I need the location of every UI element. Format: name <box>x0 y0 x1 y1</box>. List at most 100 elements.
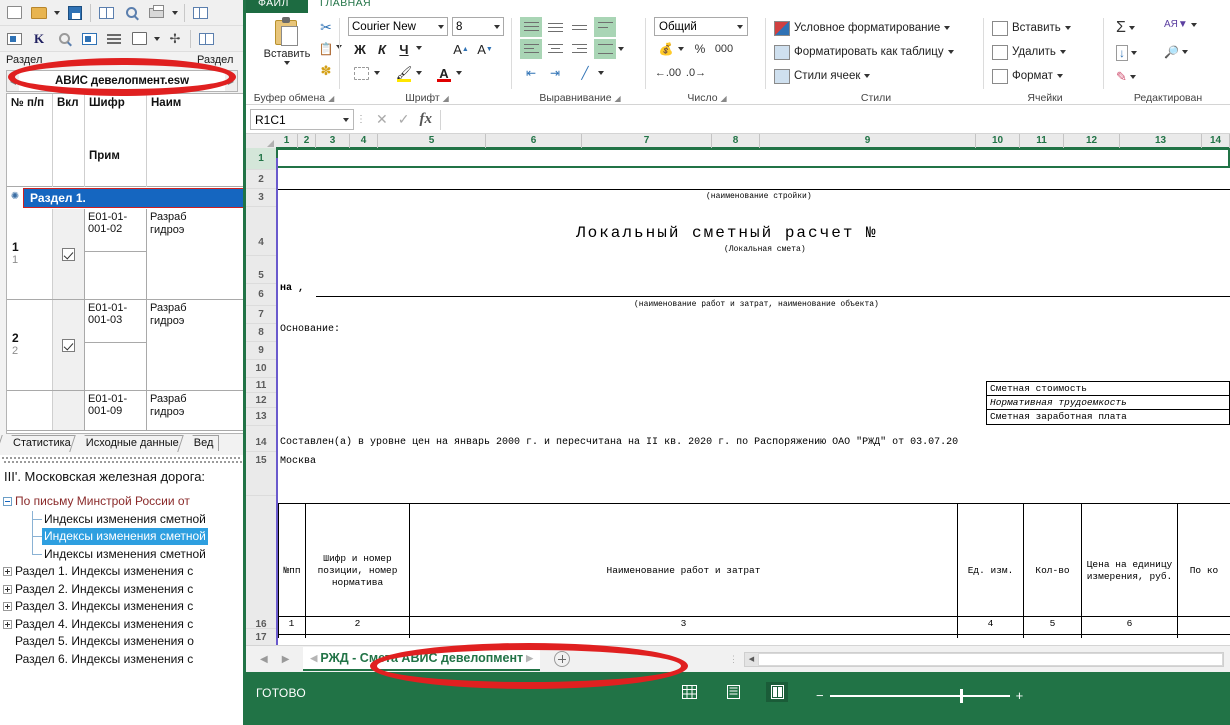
borders-button[interactable] <box>350 63 372 83</box>
coefficient-k-icon[interactable]: K <box>27 28 51 50</box>
grid-area[interactable]: (наименование стройки) Локальный сметный… <box>276 148 1230 645</box>
row-code-cell[interactable]: Е01-01-001-09 <box>85 391 147 430</box>
sort-filter-button[interactable]: АЯ▼ <box>1164 19 1197 30</box>
row-header-6[interactable]: 6 <box>246 284 276 306</box>
tree-item-razdel-1[interactable]: Раздел 1. Индексы изменения с <box>0 563 246 581</box>
tab-home[interactable]: ГЛАВНАЯ <box>312 0 379 13</box>
col-header-7[interactable]: 7 <box>582 134 712 148</box>
print-icon[interactable] <box>144 2 168 24</box>
chevron-down-icon[interactable] <box>456 71 462 75</box>
zoom-slider[interactable]: − + <box>816 688 1023 703</box>
tab-insert[interactable]: ВСТАВКА <box>400 0 466 13</box>
row-header-13[interactable]: 13 <box>246 408 276 426</box>
avis-toolbar-row1[interactable] <box>0 0 246 26</box>
decrease-decimal-button[interactable]: .0→ <box>684 63 708 83</box>
index-tree[interactable]: По письму Минстрой России от Индексы изм… <box>0 493 246 668</box>
row-include-cell[interactable] <box>53 391 85 430</box>
avis-bottom-tabs[interactable]: Статистика Исходные данные Вед <box>4 434 246 451</box>
align-bottom-button[interactable] <box>568 17 590 37</box>
tab-file[interactable]: ФАЙЛ <box>250 0 297 13</box>
autosum-button[interactable]: Σ <box>1116 19 1135 37</box>
find-select-button[interactable]: 🔎 <box>1164 45 1188 59</box>
report-icon[interactable] <box>127 28 151 50</box>
avis-file-selector[interactable]: ◀ АВИС девелопмент.esw ▶ <box>6 70 238 92</box>
column-header-name[interactable]: Наим <box>147 94 246 187</box>
fill-color-button[interactable]: 🖌 <box>394 63 414 83</box>
italic-button[interactable]: К <box>372 39 392 59</box>
row-header-11[interactable]: 11 <box>246 378 276 393</box>
chevron-down-icon[interactable] <box>944 26 951 30</box>
row-header-5[interactable]: 5 <box>246 256 276 284</box>
formula-bar-handle[interactable]: ⋮ <box>354 114 368 125</box>
column-header-number[interactable]: № п/п <box>7 94 53 187</box>
formula-input[interactable] <box>439 109 1226 130</box>
dialog-launcher-icon[interactable]: ◢ <box>328 94 334 103</box>
panes-icon[interactable] <box>194 28 218 50</box>
row-code-cell[interactable]: Е01-01-001-03 <box>85 300 147 390</box>
include-checkbox[interactable] <box>62 338 75 352</box>
find-icon[interactable] <box>52 28 76 50</box>
increase-indent-button[interactable]: ⇥ <box>544 63 566 83</box>
ribbon-tab-strip[interactable]: ФАЙЛ ГЛАВНАЯ ВСТАВКА РАЗМЕТКА СТРАНИЦЫ Ф… <box>246 0 1230 13</box>
row-code-cell[interactable]: Е01-01-001-02 <box>85 209 147 299</box>
col-header-8[interactable]: 8 <box>712 134 760 148</box>
properties-icon[interactable] <box>2 28 26 50</box>
tab-review[interactable]: РЕЦЕНЗИРОВАНИЕ <box>842 0 965 13</box>
select-all-corner[interactable] <box>246 134 276 148</box>
col-header-9[interactable]: 9 <box>760 134 976 148</box>
chevron-down-icon[interactable] <box>494 24 500 29</box>
expand-plus-icon[interactable] <box>3 584 12 594</box>
active-cell-selection[interactable] <box>276 148 1230 168</box>
save-icon[interactable] <box>63 2 87 24</box>
tree-item-index-2-selected[interactable]: Индексы изменения сметной <box>0 528 246 546</box>
include-checkbox[interactable] <box>62 247 75 261</box>
chevron-down-icon[interactable] <box>284 61 290 65</box>
tab-data[interactable]: ДАННЫЕ <box>752 0 816 13</box>
sheet-nav-arrows[interactable]: ◀ ▶ <box>246 654 303 665</box>
chevron-down-icon[interactable] <box>947 50 954 54</box>
next-sheet-icon[interactable]: ▶ <box>282 654 290 665</box>
align-center-button[interactable] <box>544 39 566 59</box>
decrease-indent-button[interactable]: ⇤ <box>520 63 542 83</box>
scroll-split-handle[interactable]: ⋮ <box>729 654 744 665</box>
chevron-down-icon[interactable] <box>1059 50 1066 54</box>
align-middle-button[interactable] <box>544 17 566 37</box>
copy-icon[interactable]: 📋 <box>316 39 336 59</box>
panes-icon[interactable] <box>188 2 212 24</box>
chevron-down-icon[interactable] <box>1181 50 1188 54</box>
zoom-in-icon[interactable]: + <box>1010 688 1024 703</box>
tree-item-index-3[interactable]: Индексы изменения сметной <box>0 545 246 564</box>
tree-item-letter[interactable]: По письму Минстрой России от <box>0 493 246 511</box>
chevron-down-icon[interactable] <box>1129 75 1136 79</box>
thousands-separator-button[interactable]: 000 <box>710 39 738 59</box>
dialog-launcher-icon[interactable]: ◢ <box>720 94 726 103</box>
decrease-font-size-button[interactable]: A ▼ <box>474 39 496 59</box>
chevron-down-icon[interactable] <box>416 46 422 50</box>
col-header-13[interactable]: 13 <box>1120 134 1202 148</box>
table-row[interactable]: 2 2 Е01-01-001-03 Разраб гидроэ <box>7 300 246 391</box>
row-header-2[interactable]: 2 <box>246 170 276 189</box>
col-header-2[interactable]: 2 <box>298 134 316 148</box>
table-row[interactable]: Е01-01-001-09 Разраб гидроэ <box>7 391 246 431</box>
chevron-down-icon[interactable] <box>1056 74 1063 78</box>
tools-icon[interactable]: ✢ <box>163 28 187 50</box>
tree-item-razdel-5[interactable]: Раздел 5. Индексы изменения о <box>0 633 246 651</box>
dropdown-caret-icon[interactable] <box>169 2 181 24</box>
col-header-3[interactable]: 3 <box>316 134 350 148</box>
cut-icon[interactable]: ✂ <box>316 17 336 37</box>
bold-button[interactable]: Ж <box>350 39 370 59</box>
chevron-down-icon[interactable] <box>416 71 422 75</box>
zoom-track[interactable] <box>829 688 1010 703</box>
chevron-down-icon[interactable] <box>598 71 604 75</box>
column-header-include[interactable]: Вкл <box>53 94 85 187</box>
chevron-down-icon[interactable] <box>374 71 380 75</box>
chevron-down-icon[interactable] <box>343 117 349 122</box>
delete-cells-button[interactable]: Удалить <box>992 41 1066 63</box>
table-row[interactable]: 1 1 Е01-01-001-02 Разраб гидроэ <box>7 209 246 300</box>
tab-statistika[interactable]: Статистика <box>4 435 77 451</box>
chevron-down-icon[interactable] <box>864 74 871 78</box>
chevron-down-icon[interactable] <box>737 24 743 29</box>
book-icon[interactable] <box>94 2 118 24</box>
chevron-down-icon[interactable] <box>438 24 444 29</box>
row-header-17[interactable]: 17 <box>246 629 276 645</box>
